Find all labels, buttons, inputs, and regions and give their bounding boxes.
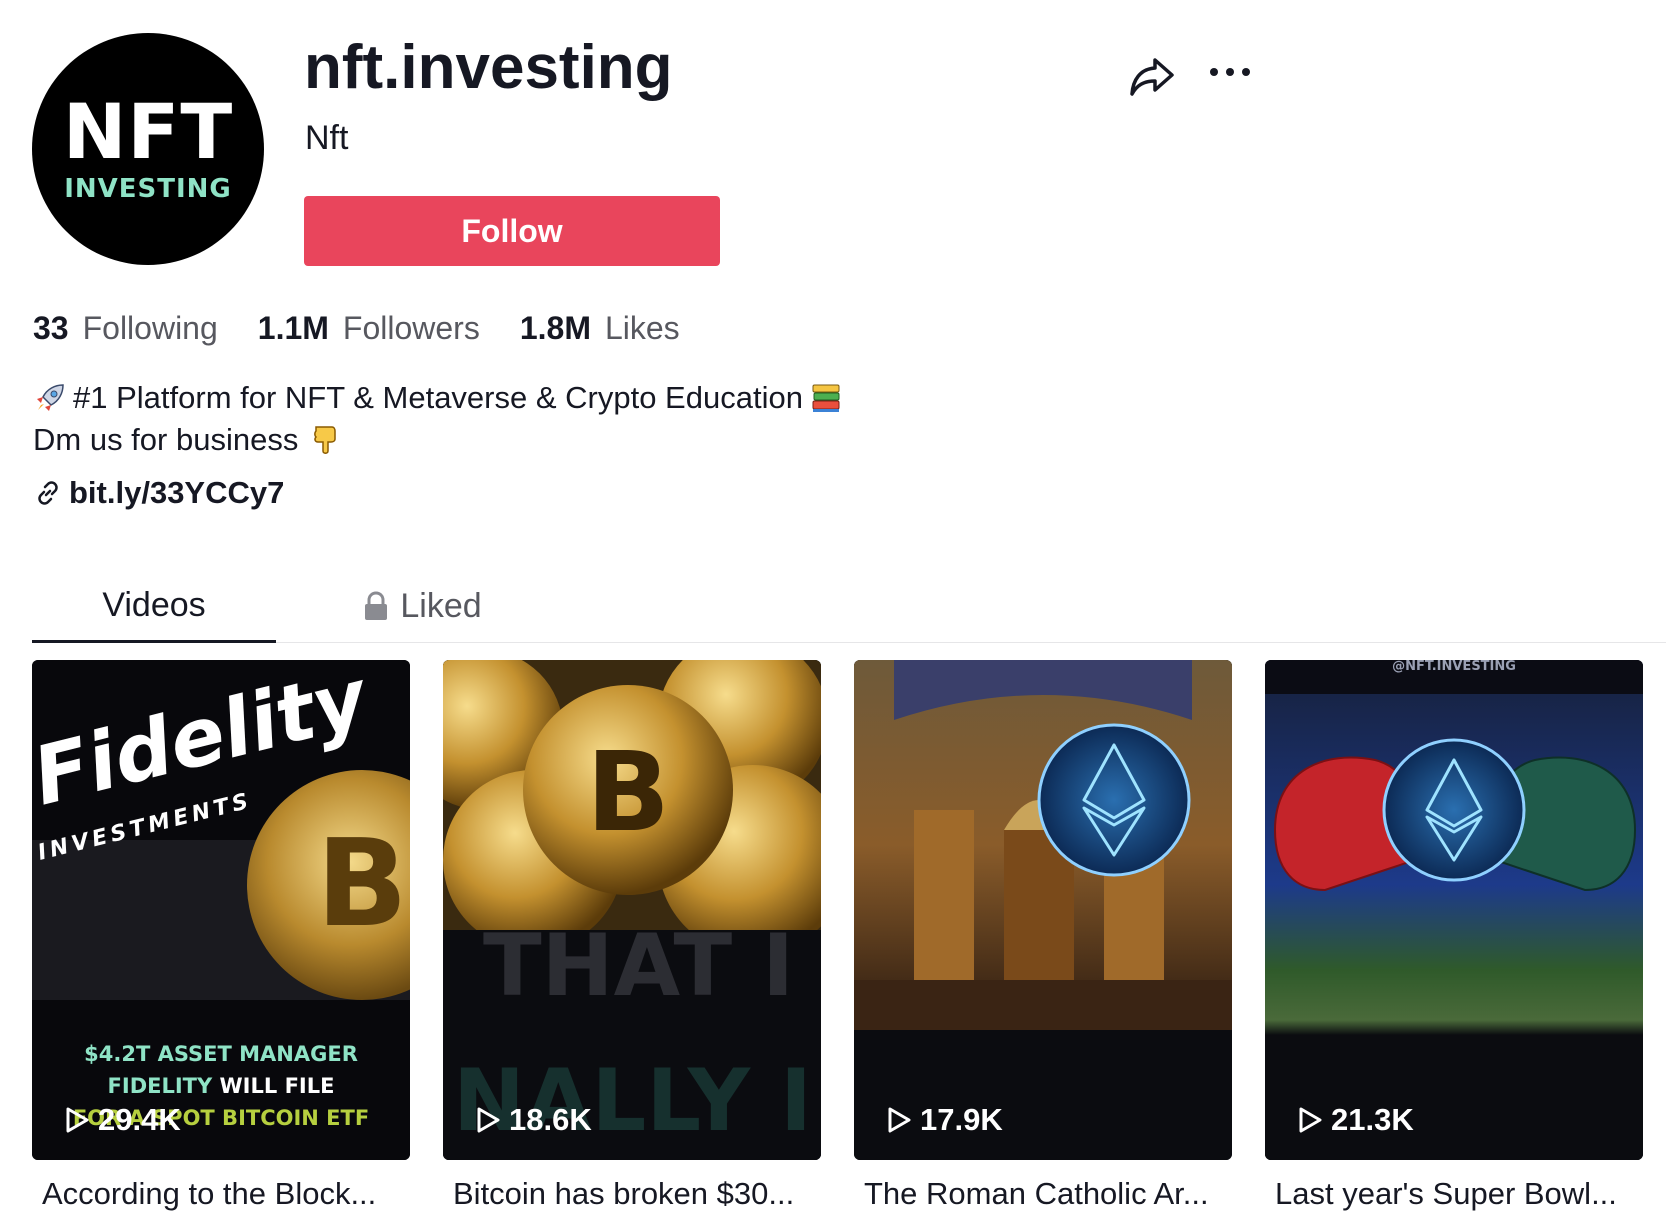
video-thumbnail[interactable]: @NFT.INVESTING 21.3K (1265, 660, 1643, 1160)
thumb-watermark: @NFT.INVESTING (1392, 660, 1516, 674)
profile-bio: #1 Platform for NFT & Metaverse & Crypto… (33, 377, 843, 461)
stat-likes: 1.8M Likes (520, 310, 680, 347)
following-label: Following (82, 310, 218, 346)
avatar[interactable]: NFT INVESTING (32, 33, 264, 265)
more-icon[interactable] (1206, 60, 1254, 84)
stat-followers[interactable]: 1.1M Followers (258, 310, 480, 347)
video-thumbnail[interactable]: B Fidelity INVESTMENTS $4.2T ASSET MANAG… (32, 660, 410, 1160)
thumb-overlay-line2b: WILL FILE (212, 1074, 334, 1098)
video-views: 29.4K (64, 1102, 181, 1138)
following-count: 33 (33, 310, 69, 346)
video-views-count: 29.4K (98, 1102, 181, 1137)
followers-label: Followers (342, 310, 480, 346)
video-caption[interactable]: Last year's Super Bowl... (1265, 1176, 1645, 1212)
thumb-overlay-line1: $4.2T ASSET MANAGER (84, 1042, 358, 1066)
video-grid: B Fidelity INVESTMENTS $4.2T ASSET MANAG… (32, 660, 1643, 1212)
tab-videos[interactable]: Videos (32, 570, 276, 643)
followers-count: 1.1M (257, 310, 329, 346)
play-icon (477, 1107, 500, 1133)
svg-text:B: B (316, 815, 407, 954)
bio-line-2: Dm us for business (33, 419, 843, 461)
profile-stats: 33 Following 1.1M Followers 1.8M Likes (33, 310, 720, 347)
video-card[interactable]: 17.9K The Roman Catholic Ar... (854, 660, 1232, 1212)
bio-text-1: #1 Platform for NFT & Metaverse & Crypto… (73, 380, 803, 415)
video-views: 21.3K (1297, 1102, 1414, 1138)
svg-text:FIDELITY WILL FILE: FIDELITY WILL FILE (108, 1074, 335, 1098)
likes-count: 1.8M (519, 310, 591, 346)
video-caption[interactable]: According to the Block... (32, 1176, 412, 1212)
play-icon (1299, 1107, 1322, 1133)
video-caption[interactable]: Bitcoin has broken $30... (443, 1176, 823, 1212)
stat-following[interactable]: 33 Following (33, 310, 218, 347)
video-views-count: 18.6K (509, 1102, 592, 1137)
video-thumbnail[interactable]: 17.9K (854, 660, 1232, 1160)
tab-liked-label: Liked (400, 586, 482, 625)
play-icon (66, 1107, 89, 1133)
thumbnail-art: B THAT I NALLY I (443, 660, 821, 1160)
thumb-overlay-line2a: FIDELITY (108, 1074, 213, 1098)
profile-link[interactable]: bit.ly/33YCCy7 (35, 475, 284, 511)
video-views: 17.9K (886, 1102, 1003, 1138)
thumbnail-art: B Fidelity INVESTMENTS $4.2T ASSET MANAG… (32, 660, 410, 1160)
video-views: 18.6K (475, 1102, 592, 1138)
books-emoji-icon (812, 384, 840, 412)
avatar-logo-text: NFT (62, 87, 234, 176)
link-icon (38, 481, 58, 505)
avatar-logo-subtext: INVESTING (64, 174, 232, 204)
likes-label: Likes (604, 310, 680, 346)
video-card[interactable]: @NFT.INVESTING 21.3K Last year's Super B… (1265, 660, 1643, 1212)
video-views-count: 17.9K (920, 1102, 1003, 1137)
play-icon (888, 1107, 911, 1133)
rocket-emoji-icon (37, 384, 64, 411)
thumbnail-art (854, 660, 1232, 1160)
profile-nickname: Nft (305, 119, 349, 157)
video-card[interactable]: B THAT I NALLY I 18.6K Bitcoin has broke… (443, 660, 821, 1212)
profile-tabs: Videos Liked (32, 570, 1666, 643)
profile-link-text: bit.ly/33YCCy7 (69, 475, 285, 510)
video-thumbnail[interactable]: B THAT I NALLY I 18.6K (443, 660, 821, 1160)
profile-username: nft.investing (304, 33, 673, 102)
follow-button[interactable]: Follow (304, 196, 720, 266)
tab-liked[interactable]: Liked (332, 570, 512, 642)
bio-line-1: #1 Platform for NFT & Metaverse & Crypto… (33, 377, 843, 419)
thumbnail-art: @NFT.INVESTING (1265, 660, 1643, 1160)
bio-text-2: Dm us for business (33, 422, 299, 457)
tab-videos-label: Videos (102, 585, 206, 624)
share-icon[interactable] (1128, 54, 1176, 98)
thumb-overlay-line1: THAT I (483, 916, 794, 1016)
pointing-down-emoji-icon (314, 426, 337, 454)
lock-icon (365, 591, 388, 620)
video-views-count: 21.3K (1331, 1102, 1414, 1137)
svg-text:B: B (586, 728, 670, 856)
video-caption[interactable]: The Roman Catholic Ar... (854, 1176, 1234, 1212)
video-card[interactable]: B Fidelity INVESTMENTS $4.2T ASSET MANAG… (32, 660, 410, 1212)
